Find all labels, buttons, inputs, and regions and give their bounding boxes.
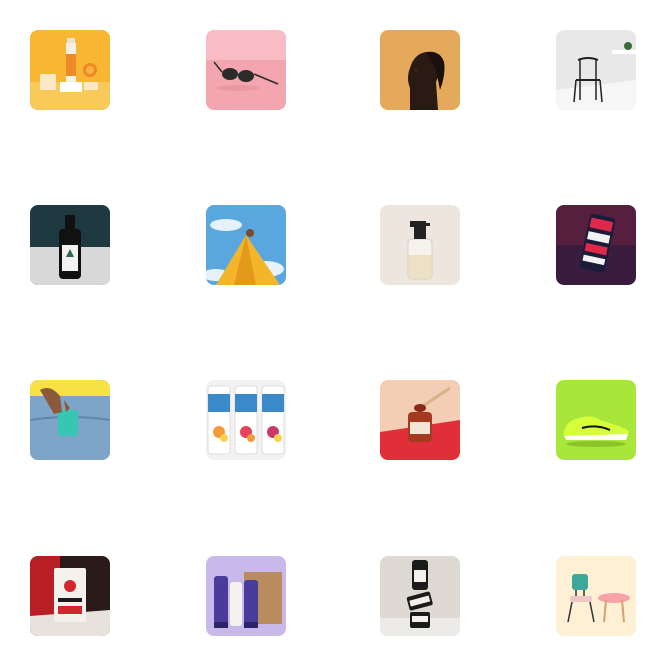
product-tile-jam-jar[interactable] [380, 380, 460, 460]
jar-icon [380, 380, 460, 460]
spray-bottle-icon [380, 205, 460, 285]
juice-bottle-icon [30, 30, 110, 110]
product-image-grid [0, 0, 667, 667]
product-tile-chair[interactable] [556, 30, 636, 110]
dress-icon [206, 205, 286, 285]
phone-case-icon [556, 205, 636, 285]
product-tile-cosmetic-tubes[interactable] [206, 556, 286, 636]
product-tile-stacked-jars[interactable] [380, 556, 460, 636]
product-tile-phone-case[interactable] [556, 205, 636, 285]
furniture-icon [556, 556, 636, 636]
product-tile-portrait[interactable] [380, 30, 460, 110]
product-tile-sneaker[interactable] [556, 380, 636, 460]
product-tile-black-bottle[interactable] [30, 205, 110, 285]
pocket-pack-icon [30, 380, 110, 460]
product-tile-coffee-bag[interactable] [30, 556, 110, 636]
product-tile-yellow-dress-sky[interactable] [206, 205, 286, 285]
portrait-icon [380, 30, 460, 110]
sunglasses-icon [206, 30, 286, 110]
product-tile-furniture[interactable] [556, 556, 636, 636]
product-tile-spray-bottle[interactable] [380, 205, 460, 285]
product-tile-drink-cans[interactable] [206, 380, 286, 460]
chair-icon [556, 30, 636, 110]
product-tile-sunglasses[interactable] [206, 30, 286, 110]
bottle-icon [30, 205, 110, 285]
product-tile-pocket-pack[interactable] [30, 380, 110, 460]
can-icon [206, 380, 286, 460]
coffee-bag-icon [30, 556, 110, 636]
sneaker-icon [556, 380, 636, 460]
product-tile-juice-bottles[interactable] [30, 30, 110, 110]
tube-icon [206, 556, 286, 636]
stacked-jars-icon [380, 556, 460, 636]
